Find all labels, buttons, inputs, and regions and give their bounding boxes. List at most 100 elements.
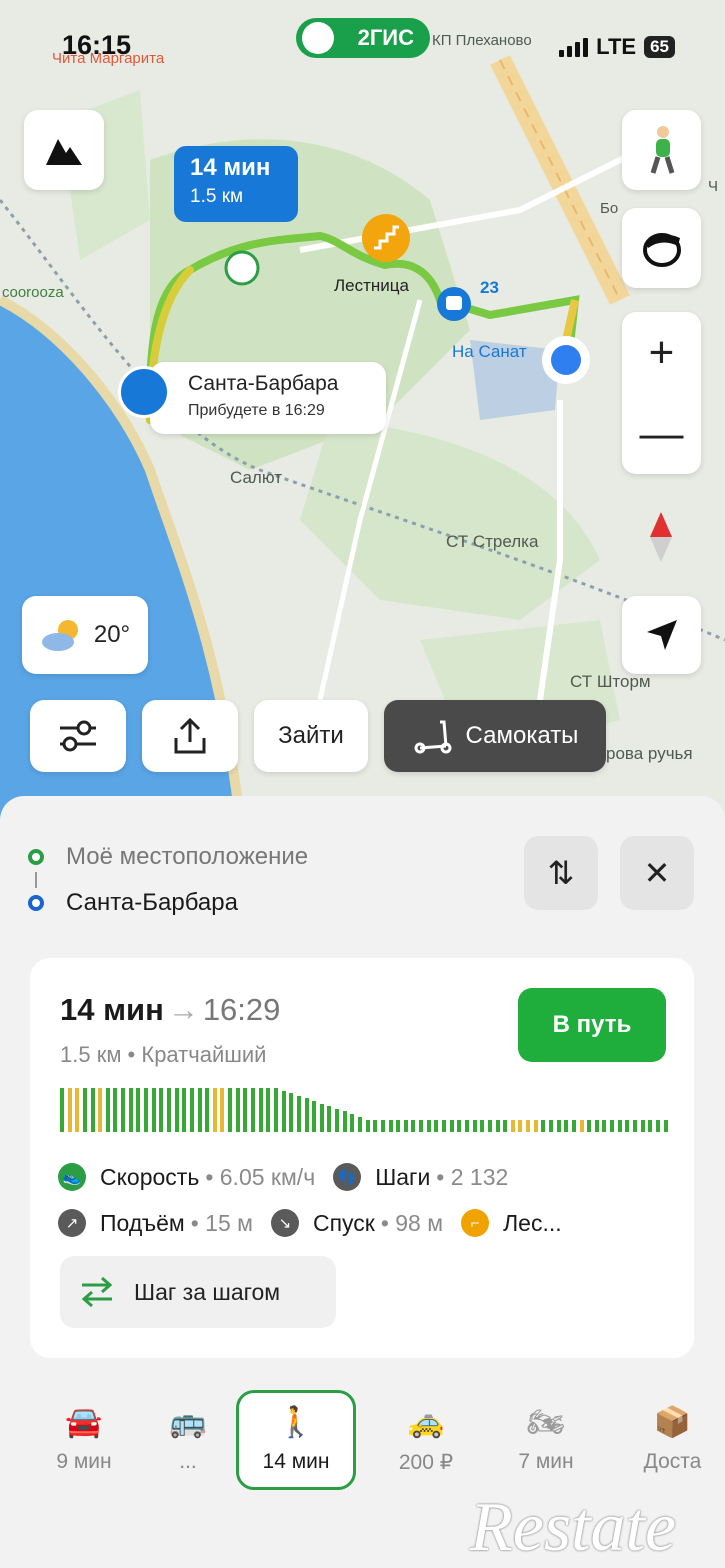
elevation-bar [442,1120,447,1132]
elevation-bar [419,1120,424,1132]
elevation-bar [617,1120,622,1132]
map-label-stop: На Санат [452,342,527,361]
watermark: Restate [470,1489,677,1566]
beach-pin-icon[interactable] [118,366,170,418]
mode-taxi[interactable]: 🚕 200 ₽ [366,1390,486,1490]
map-label-bo: Бо [600,200,619,217]
status-time: 16:15 [62,30,132,60]
step-by-step-button[interactable]: Шаг за шагом [60,1256,336,1328]
origin-dot-icon [28,849,44,865]
elevation-bar [166,1088,171,1132]
layers-icon [642,233,681,267]
from-label: Моё местоположение [66,843,309,870]
elevation-bar [289,1093,294,1132]
elevation-bar [587,1120,592,1132]
from-point[interactable]: Моё местоположение [28,842,308,872]
mode-delivery[interactable]: 📦 Доста [620,1390,725,1490]
app-badge[interactable]: 2ГИС [296,18,430,58]
layers-button[interactable] [622,208,701,288]
elevation-bar [472,1120,477,1132]
elevation-bar [121,1088,126,1132]
elevation-bar [235,1088,240,1132]
steps-stat: 👣 Шаги • 2 132 [333,1163,508,1191]
elevation-bar [350,1114,355,1132]
share-button[interactable] [142,700,238,772]
arrow-right-icon: → [167,992,199,1027]
mode-label: 200 ₽ [398,1450,454,1474]
mode-walk[interactable]: 🚶 14 мин [236,1390,356,1490]
map-label-chi: Ч [708,178,718,195]
elevation-bar [136,1088,141,1132]
weather-widget[interactable]: 20° [22,596,148,674]
go-button[interactable]: В путь [518,988,666,1062]
elevation-bar [594,1120,599,1132]
elevation-bar [365,1120,370,1132]
elevation-bar [128,1088,133,1132]
stairs-stat: ⌐ Лес... [461,1209,562,1237]
route-card[interactable]: 14 мин → 16:29 1.5 км • Кратчайший В путь … [30,958,694,1358]
elevation-bar [281,1090,286,1132]
elevation-bar [251,1088,256,1132]
bus-icon: 🚌 [169,1406,207,1439]
elevation-bar [174,1088,179,1132]
motorcycle-icon: 🏍 [526,1406,566,1439]
elevation-bar [319,1103,324,1132]
filters-button[interactable] [30,700,126,772]
destination-card[interactable]: Санта-Барбара Прибудете в 16:29 [150,362,386,434]
elevation-bar [640,1120,645,1132]
compass-icon[interactable] [648,510,674,569]
signal-icon [559,37,589,57]
elevation-bar [541,1120,546,1132]
elevation-bar [266,1088,271,1132]
steps-label: Шаги [375,1163,431,1190]
map-bus-number: 23 [480,278,499,297]
speed-label: Скорость [100,1163,200,1190]
mode-car[interactable]: 🚘 9 мин [24,1390,144,1490]
route-bubble-distance: 1.5 км [190,186,244,207]
transport-modes: 🚘 9 мин 🚌 ... 🚶 14 мин 🚕 200 ₽ 🏍 7 мин 📦… [0,1390,725,1490]
elevation-bar [602,1120,607,1132]
elevation-bar [457,1120,462,1132]
mode-motorcycle[interactable]: 🏍 7 мин [486,1390,606,1490]
terrain-button[interactable] [24,110,104,190]
zoom-in-button[interactable]: + [622,312,701,393]
taxi-icon: 🚕 [407,1405,445,1439]
elevation-bar [510,1120,515,1132]
mountain-icon [46,139,82,165]
elevation-bar [564,1120,569,1132]
elevation-bar [105,1088,110,1132]
close-button[interactable]: ✕ [620,836,694,910]
to-point[interactable]: Санта-Барбара [28,888,308,918]
enter-chip[interactable]: Зайти [254,700,368,772]
elevation-bar [327,1106,332,1132]
elevation-bar [182,1088,187,1132]
route-points: Моё местоположение Санта-Барбара [28,842,308,918]
descent-stat: ↘ Спуск • 98 м [270,1209,444,1237]
scooters-chip[interactable]: Самокаты [384,700,606,772]
mode-label: ... [179,1450,197,1473]
footprints-icon: 👣 [333,1163,362,1191]
zoom-out-button[interactable]: — [622,393,701,474]
ascent-arrow-icon: ↗ [58,1209,86,1237]
mode-bus[interactable]: 🚌 ... [128,1390,248,1490]
close-icon: ✕ [643,855,671,891]
route-time-bubble[interactable]: 14 мин 1.5 км [174,146,298,222]
elevation-bar [98,1088,103,1132]
swap-horizontal-icon [81,1276,113,1308]
elevation-bar [205,1088,210,1132]
ascent-stat: ↗ Подъём • 15 м [58,1209,253,1237]
swap-points-button[interactable]: ⇅ [524,836,598,910]
map-view[interactable]: Чита Маргарита КП Плеханово coorooza Лес… [0,0,725,820]
to-label: Санта-Барбара [66,889,238,916]
step-by-step-label: Шаг за шагом [134,1278,281,1305]
descent-value: • 98 м [380,1209,444,1236]
elevation-bar [411,1120,416,1132]
elevation-bar [487,1120,492,1132]
walker-mode-button[interactable] [622,110,701,190]
my-location-button[interactable] [622,596,701,674]
elevation-bar [579,1120,584,1132]
route-bubble-time: 14 мин [190,154,271,181]
partly-cloudy-icon [41,620,78,651]
elevation-bar [75,1088,80,1132]
elevation-bar [243,1088,248,1132]
